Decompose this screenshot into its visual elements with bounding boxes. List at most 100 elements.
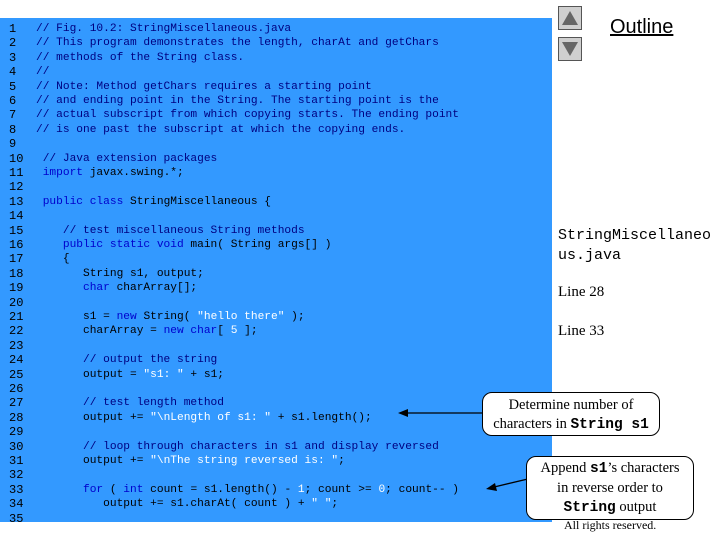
code-token: // is one past the subscript at which th…	[36, 123, 406, 136]
code-token: // loop through characters in s1 and dis…	[36, 440, 439, 453]
code-token: new	[116, 311, 137, 323]
code-token: output +=	[36, 455, 151, 467]
code-token: new char	[163, 325, 218, 338]
line-number: 1	[9, 22, 17, 36]
line-number: 17	[9, 252, 24, 267]
code-line: char charArray[];	[36, 281, 197, 295]
code-line: // Java extension packages	[36, 152, 218, 166]
line-number: 3	[9, 50, 17, 65]
line-number: 26	[9, 382, 24, 396]
line-number: 12	[9, 180, 24, 195]
code-token: " "	[311, 498, 332, 511]
code-token: main( String args[] )	[183, 239, 332, 251]
code-token: for	[36, 483, 104, 496]
line-number: 24	[9, 353, 24, 368]
code-token: // Java extension packages	[36, 152, 218, 165]
code-token: ;	[338, 455, 345, 467]
line-number: 6	[9, 94, 17, 108]
code-token: 1	[297, 483, 305, 496]
code-line: for ( int count = s1.length() - 1; count…	[36, 483, 459, 497]
line-number: 2	[9, 36, 17, 51]
line-number: 34	[9, 497, 24, 512]
line-number: 14	[9, 209, 24, 224]
code-token: output += s1.charAt( count ) +	[36, 498, 312, 511]
code-line: // is one past the subscript at which th…	[36, 123, 405, 137]
length-callout-line2: characters in String s1	[483, 415, 659, 435]
code-line: output += "\nThe string reversed is: ";	[36, 454, 345, 468]
code-line: {	[36, 252, 70, 266]
line-number: 23	[9, 338, 24, 353]
code-line: // Note: Method getChars requires a star…	[36, 80, 372, 94]
reverse-callout-line1: Append s1’s characters	[527, 459, 693, 479]
code-token: // This program demonstrates the length,…	[36, 37, 439, 50]
code-line: //	[36, 65, 49, 79]
code-line: String s1, output;	[36, 267, 204, 281]
reverse-code2: String	[563, 500, 616, 516]
line-number: 33	[9, 482, 24, 497]
code-token: ];	[237, 325, 258, 338]
code-token: "\nThe string reversed is: "	[150, 455, 339, 467]
reverse-text1: Append	[540, 460, 591, 476]
reverse-callout-line3: String output	[527, 498, 693, 518]
code-line: // actual subscript from which copying s…	[36, 108, 459, 122]
code-token: s1 =	[36, 311, 117, 323]
code-token: // Note: Method getChars requires a star…	[36, 80, 372, 93]
line-number: 18	[9, 266, 24, 281]
code-token: // actual subscript from which copying s…	[36, 109, 459, 122]
code-line: // test length method	[36, 396, 224, 410]
code-token: javax.swing.*;	[83, 167, 184, 179]
code-token: "\nLength of s1: "	[150, 411, 271, 424]
code-line: charArray = new char[ 5 ];	[36, 324, 258, 338]
line-number: 15	[9, 223, 24, 238]
code-line: public static void main( String args[] )	[36, 238, 332, 252]
length-arrowhead	[398, 409, 408, 417]
line-number: 4	[9, 65, 17, 80]
line-number: 16	[9, 238, 24, 252]
code-line: // output the string	[36, 353, 217, 367]
line-number: 5	[9, 79, 17, 94]
code-line: // test miscellaneous String methods	[36, 224, 305, 238]
line-number: 21	[9, 310, 24, 324]
code-token: output =	[36, 368, 144, 381]
line-number: 27	[9, 396, 24, 411]
code-token: "hello there"	[197, 311, 285, 323]
code-token: // test miscellaneous String methods	[36, 224, 305, 237]
code-line: output += "\nLength of s1: " + s1.length…	[36, 411, 372, 425]
code-line: // This program demonstrates the length,…	[36, 36, 439, 50]
reverse-text4: output	[615, 499, 657, 515]
code-token: ; count >=	[304, 483, 379, 496]
code-token: + s1.length();	[271, 411, 372, 424]
length-callout-code: String s1	[570, 417, 649, 433]
code-line: import javax.swing.*;	[36, 166, 184, 180]
code-token: import	[36, 167, 83, 179]
length-callout-line1: Determine number of	[508, 397, 634, 413]
code-token: String(	[136, 311, 198, 323]
length-callout: Determine number of characters in String…	[482, 392, 660, 436]
line-number: 25	[9, 367, 24, 382]
reverse-callout-line2: in reverse order to	[557, 480, 663, 496]
code-token: ; count-- )	[385, 483, 460, 496]
code-token: {	[36, 253, 70, 266]
code-token: output +=	[36, 411, 151, 424]
code-line: // Fig. 10.2: StringMiscellaneous.java	[36, 22, 291, 36]
code-token: // methods of the String class.	[36, 51, 245, 64]
line-number: 28	[9, 410, 24, 425]
code-token: // test length method	[36, 397, 224, 410]
line-number: 19	[9, 281, 24, 296]
code-token: + s1;	[183, 368, 225, 381]
code-line: output = "s1: " + s1;	[36, 368, 224, 382]
line-number: 8	[9, 122, 17, 137]
line-number: 22	[9, 324, 24, 339]
code-line: // methods of the String class.	[36, 51, 244, 65]
code-token: int	[123, 483, 144, 496]
code-token: count = s1.length() -	[143, 483, 298, 496]
code-line: // loop through characters in s1 and dis…	[36, 440, 439, 454]
line-number: 32	[9, 468, 24, 483]
line-number: 20	[9, 295, 24, 310]
line-number: 35	[9, 511, 24, 526]
line-number: 9	[9, 137, 17, 152]
code-token: (	[103, 483, 124, 496]
reverse-callout: Append s1’s characters in reverse order …	[526, 456, 694, 520]
code-token: charArray =	[36, 325, 164, 338]
code-token: StringMiscellaneous {	[123, 195, 271, 208]
